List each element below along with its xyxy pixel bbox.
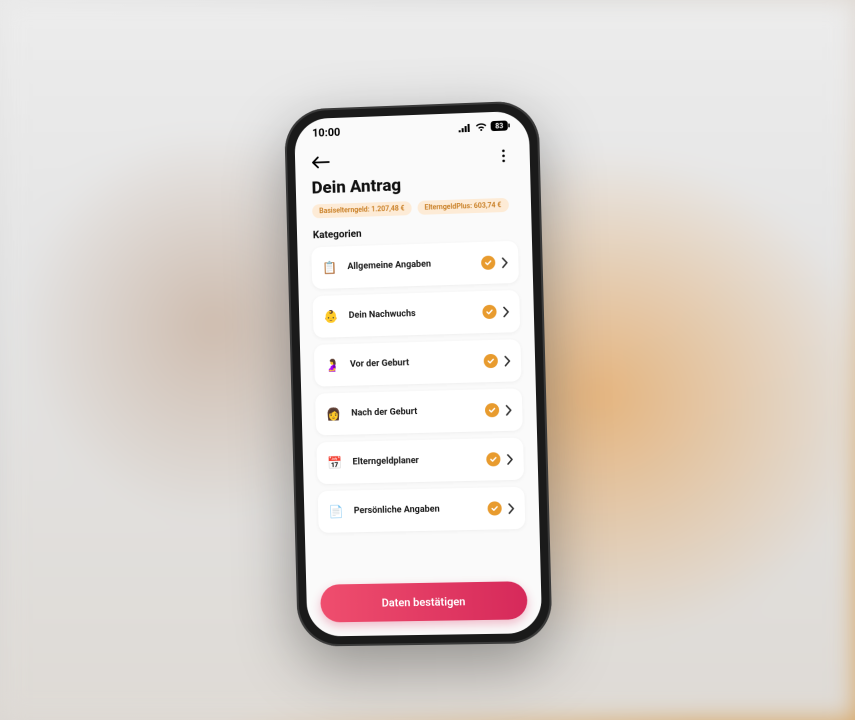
category-label: Dein Nachwuchs — [349, 307, 483, 321]
person-icon: 👩 — [325, 406, 341, 422]
pill-elterngeldplus: ElterngeldPlus: 603,74 € — [417, 198, 508, 215]
phone-screen: 10:00 83 Dein Antrag Basiselterngeld: 1.… — [294, 111, 542, 637]
battery-icon: 83 — [491, 120, 511, 131]
baby-icon: 👶 — [323, 308, 339, 324]
status-icons: 83 — [458, 120, 510, 132]
phone-frame: 10:00 83 Dein Antrag Basiselterngeld: 1.… — [284, 100, 553, 646]
more-vertical-icon — [501, 149, 505, 163]
status-complete-icon — [487, 501, 501, 515]
category-persoenliche-angaben[interactable]: 📄 Persönliche Angaben — [318, 487, 526, 533]
page-icon: 📄 — [328, 504, 344, 520]
chevron-right-icon — [506, 453, 513, 464]
category-nach-der-geburt[interactable]: 👩 Nach der Geburt — [315, 388, 523, 435]
status-complete-icon — [482, 305, 496, 319]
more-button[interactable] — [491, 143, 516, 168]
status-complete-icon — [485, 403, 499, 417]
pill-basiselterngeld: Basiselterngeld: 1.207,48 € — [312, 201, 412, 218]
category-label: Nach der Geburt — [351, 405, 485, 418]
category-list: 📋 Allgemeine Angaben 👶 Dein Nachwuchs 🤰 … — [297, 240, 540, 575]
chevron-right-icon — [504, 355, 511, 366]
category-dein-nachwuchs[interactable]: 👶 Dein Nachwuchs — [313, 290, 521, 338]
wifi-icon — [474, 122, 487, 132]
category-allgemeine-angaben[interactable]: 📋 Allgemeine Angaben — [311, 241, 519, 289]
category-elterngeldplaner[interactable]: 📅 Elterngeldplaner — [316, 438, 524, 485]
pregnant-icon: 🤰 — [324, 357, 340, 373]
category-label: Vor der Geburt — [350, 356, 484, 370]
back-button[interactable] — [309, 150, 333, 175]
page-title: Dein Antrag — [311, 172, 514, 199]
calendar-icon: 📅 — [327, 455, 343, 471]
category-label: Elterngeldplaner — [352, 454, 486, 467]
chevron-right-icon — [508, 503, 515, 514]
chevron-right-icon — [505, 404, 512, 415]
category-label: Allgemeine Angaben — [347, 258, 481, 272]
status-complete-icon — [481, 256, 495, 270]
confirm-button-label: Daten bestätigen — [382, 595, 466, 609]
chevron-right-icon — [501, 257, 508, 268]
status-complete-icon — [484, 354, 498, 368]
status-complete-icon — [486, 452, 500, 466]
svg-text:83: 83 — [495, 122, 503, 130]
signal-icon — [458, 122, 471, 131]
document-icon: 📋 — [321, 259, 337, 275]
status-time: 10:00 — [312, 125, 340, 139]
confirm-button[interactable]: Daten bestätigen — [320, 581, 528, 622]
category-label: Persönliche Angaben — [354, 504, 488, 517]
arrow-left-icon — [312, 156, 330, 169]
chevron-right-icon — [502, 306, 509, 317]
category-vor-der-geburt[interactable]: 🤰 Vor der Geburt — [314, 339, 522, 387]
